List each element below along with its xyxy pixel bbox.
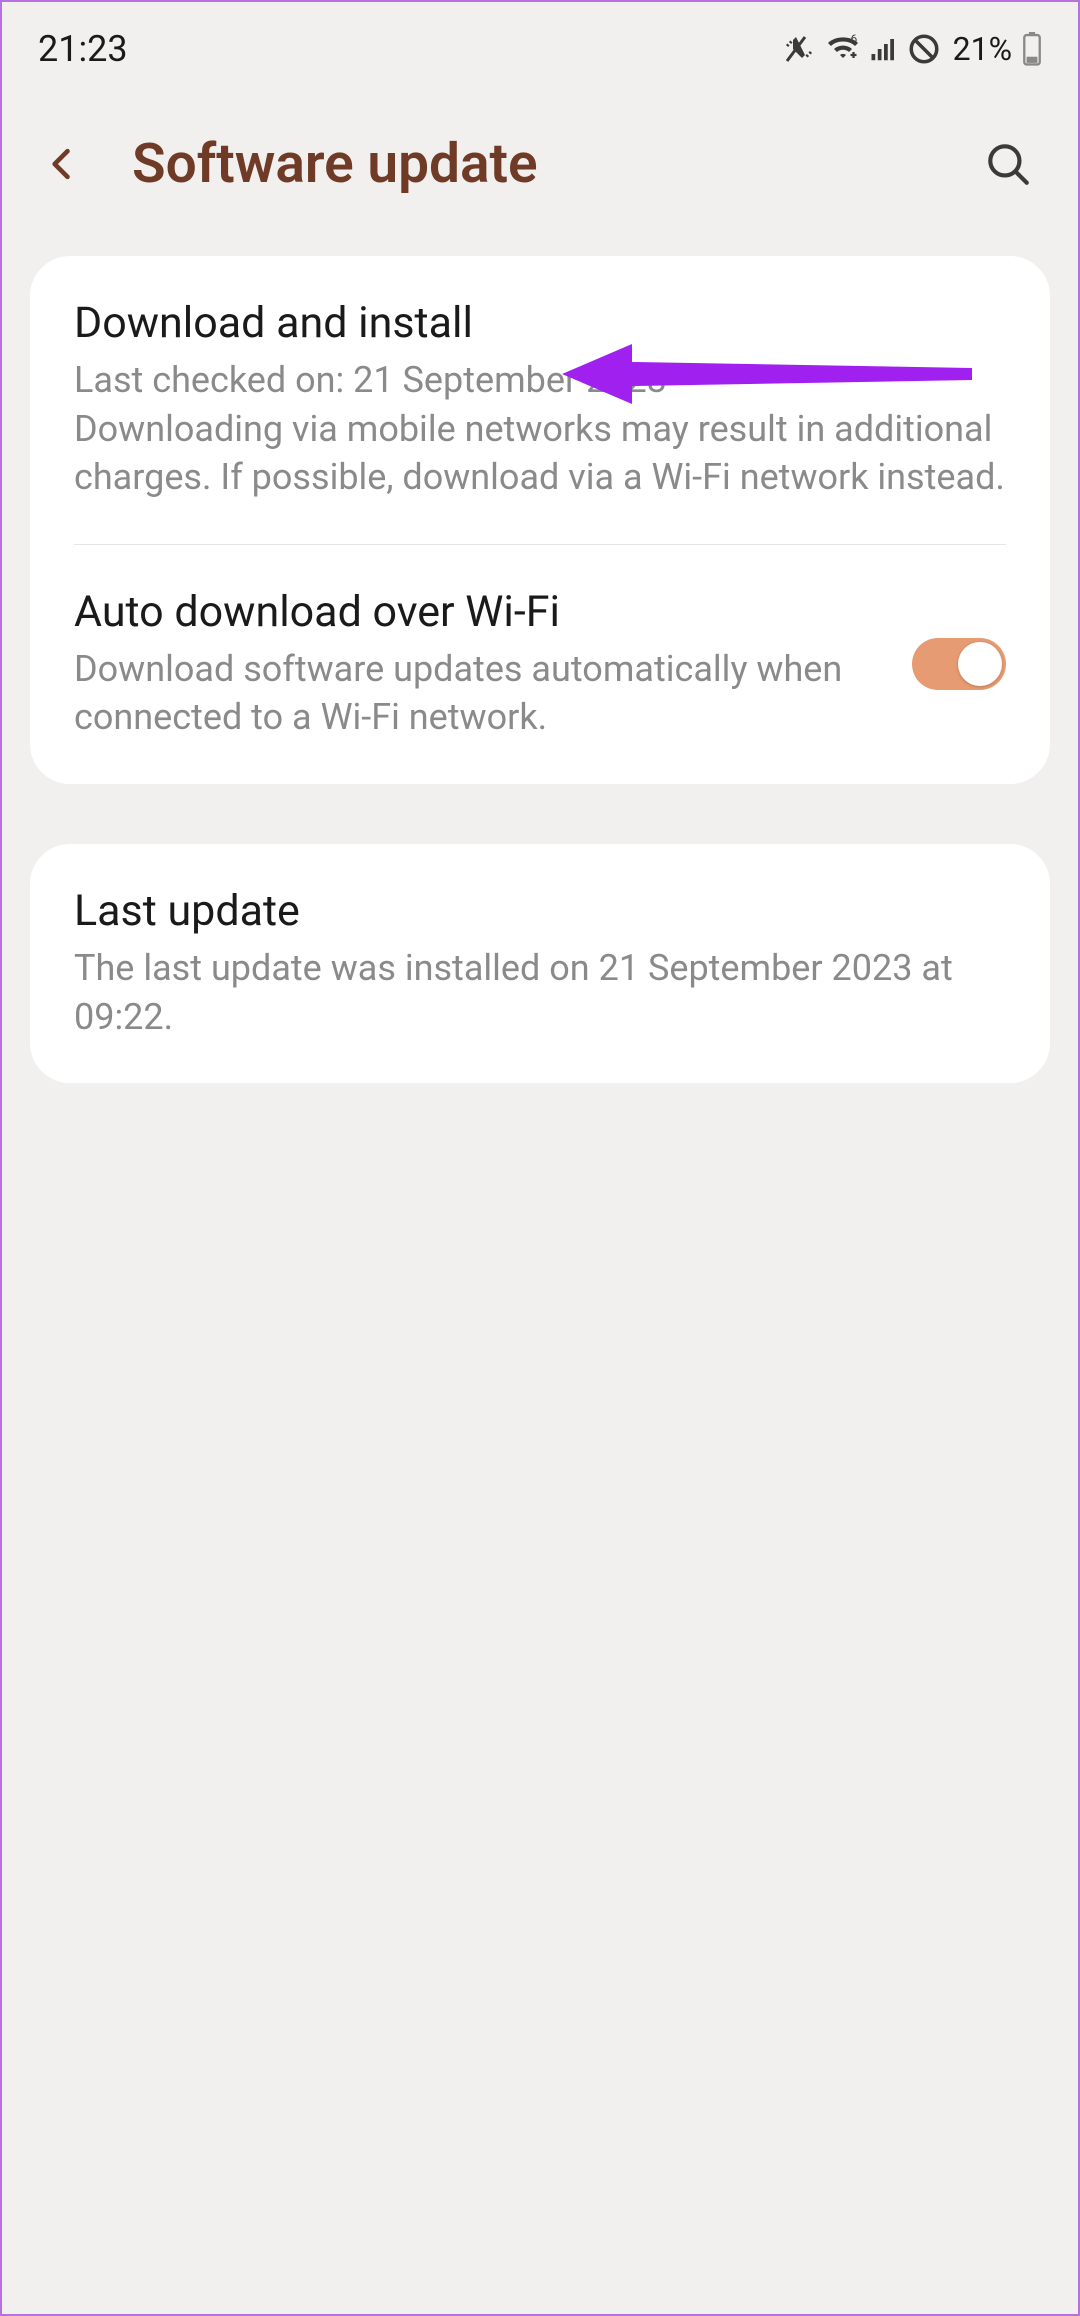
wifi-icon: 6 — [825, 31, 861, 67]
search-icon — [983, 139, 1033, 189]
header-bar: Software update — [2, 92, 1078, 256]
chevron-left-icon — [40, 142, 84, 186]
download-install-subtitle: Last checked on: 21 September 2023 Downl… — [74, 356, 1006, 502]
signal-icon — [869, 34, 899, 64]
auto-download-item[interactable]: Auto download over Wi-Fi Download softwa… — [30, 545, 1050, 784]
auto-download-toggle[interactable] — [912, 638, 1006, 690]
status-icons: 6 21% — [781, 30, 1042, 68]
auto-download-title: Auto download over Wi-Fi — [74, 587, 882, 637]
last-update-item[interactable]: Last update The last update was installe… — [30, 844, 1050, 1083]
last-update-title: Last update — [74, 886, 1006, 936]
vibrate-mute-icon — [781, 31, 817, 67]
download-install-title: Download and install — [74, 298, 1006, 348]
last-update-subtitle: The last update was installed on 21 Sept… — [74, 944, 1006, 1041]
status-bar: 21:23 6 21% — [2, 2, 1078, 92]
back-button[interactable] — [32, 134, 92, 194]
status-time: 21:23 — [38, 28, 128, 70]
download-install-item[interactable]: Download and install Last checked on: 21… — [30, 256, 1050, 544]
card-last-update: Last update The last update was installe… — [30, 844, 1050, 1083]
do-not-disturb-icon — [907, 32, 941, 66]
card-updates: Download and install Last checked on: 21… — [30, 256, 1050, 784]
battery-percent: 21% — [953, 30, 1012, 68]
battery-icon — [1022, 32, 1042, 66]
search-button[interactable] — [978, 134, 1038, 194]
auto-download-subtitle: Download software updates automatically … — [74, 645, 882, 742]
svg-text:6: 6 — [850, 32, 857, 46]
page-title: Software update — [132, 132, 958, 196]
toggle-knob — [958, 642, 1002, 686]
